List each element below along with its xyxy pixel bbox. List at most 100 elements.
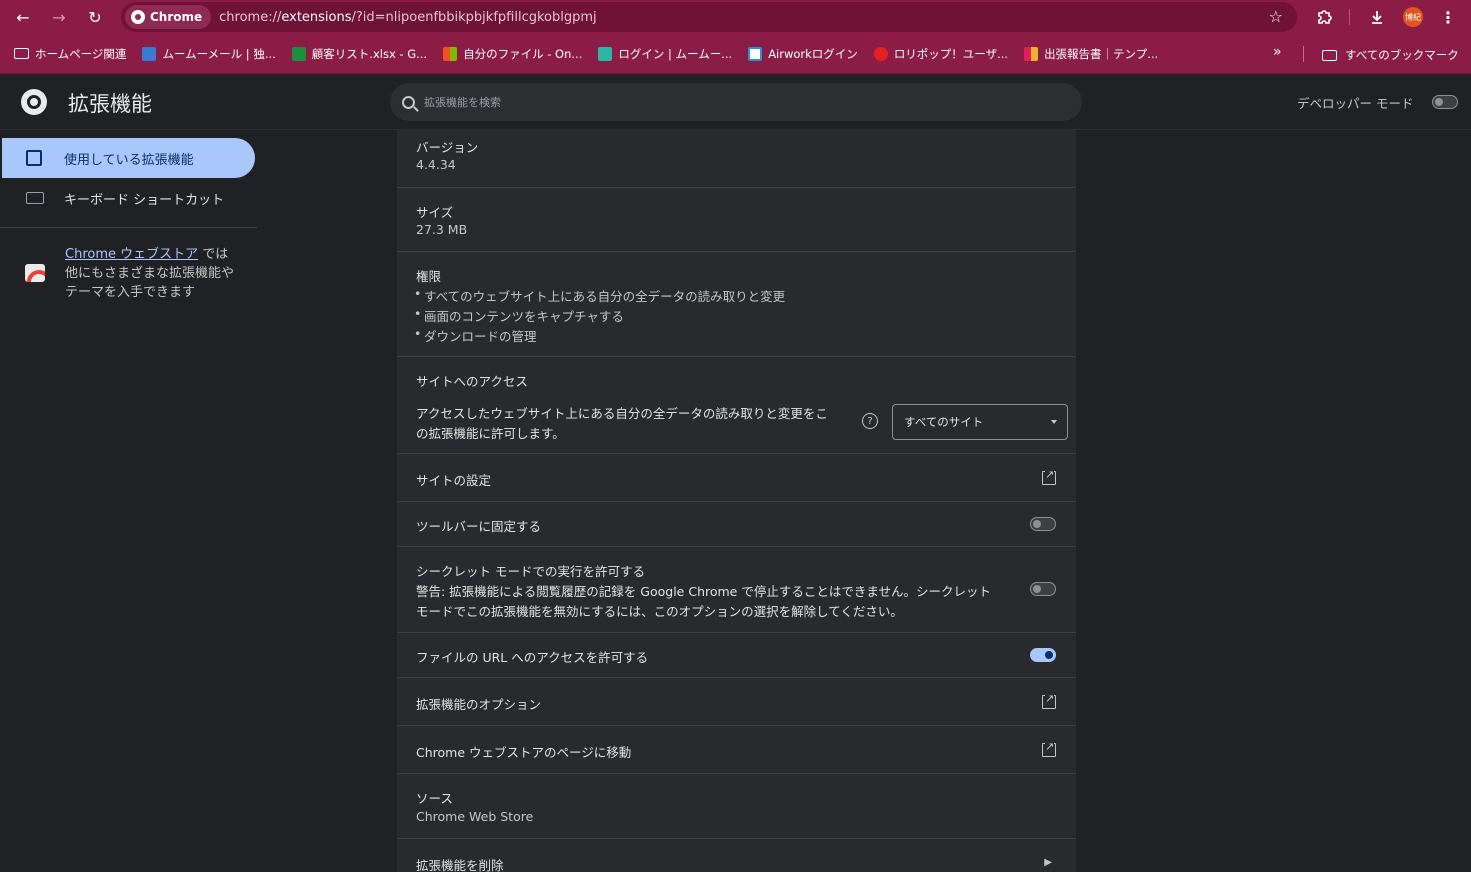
incognito-row: シークレット モードでの実行を許可する 警告: 拡張機能による閲覧履歴の記録を … [397, 547, 1076, 633]
site-settings-label: サイトの設定 [416, 473, 492, 488]
site-access-select[interactable]: すべてのサイト [892, 404, 1068, 440]
url-host: extensions [281, 9, 352, 25]
pin-toolbar-label: ツールバーに固定する [416, 519, 542, 534]
source-value: Chrome Web Store [416, 809, 534, 824]
extensions-header: 拡張機能 デベロッパー モード [0, 74, 1471, 130]
site-access-desc: の拡張機能に許可します。 [416, 426, 565, 441]
web-store-link[interactable]: Chrome ウェブストア [65, 247, 198, 262]
remove-row[interactable]: 拡張機能を削除 ▶ [397, 839, 1076, 872]
muumuu-icon [598, 46, 613, 61]
slack-icon [1024, 46, 1039, 61]
size-label: サイズ [416, 205, 454, 220]
site-chip[interactable]: Chrome [125, 5, 212, 29]
web-store-promo: Chrome ウェブストア では他にもさまざまな拡張機能やテーマを入手できます [65, 245, 240, 302]
search-icon [402, 95, 415, 109]
web-store-icon [25, 264, 45, 282]
file-url-toggle[interactable] [1030, 648, 1056, 662]
address-bar[interactable]: Chrome chrome://extensions/?id=nlipoenfb… [121, 2, 1297, 32]
pin-toolbar-row: ツールバーに固定する [397, 502, 1076, 547]
bookmark-item[interactable]: 顧客リスト.xlsx - G... [291, 46, 428, 62]
bookmark-item[interactable]: ロリポップ！ユーザ... [873, 46, 1009, 62]
sidebar-item-label: キーボード ショートカット [64, 192, 225, 208]
source-label: ソース [416, 791, 453, 806]
sidebar-divider [0, 227, 257, 228]
bookmark-label: ログイン | ムームー... [618, 46, 733, 61]
store-page-label: Chrome ウェブストアのページに移動 [416, 745, 632, 760]
open-in-new-icon[interactable] [1042, 740, 1056, 757]
help-icon[interactable]: ? [862, 413, 878, 429]
all-bookmarks-button[interactable]: すべてのブックマーク [1322, 47, 1459, 63]
mail-icon [142, 46, 157, 61]
chevron-down-icon [1051, 420, 1057, 424]
file-url-row: ファイルの URL へのアクセスを許可する [397, 633, 1076, 678]
extensions-puzzle-icon[interactable] [1312, 0, 1336, 34]
bookmarks-divider [1303, 46, 1304, 62]
store-page-row[interactable]: Chrome ウェブストアのページに移動 [397, 726, 1076, 774]
permission-item: すべてのウェブサイト上にある自分の全データの読み取りと変更 [414, 286, 785, 305]
back-arrow-icon[interactable]: ← [7, 1, 39, 33]
download-icon[interactable] [1365, 0, 1389, 34]
bookmark-item[interactable]: ムームーメール | 独... [142, 46, 276, 62]
permissions-row: 権限 すべてのウェブサイト上にある自分の全データの読み取りと変更 画面のコンテン… [397, 252, 1076, 357]
chevron-right-icon: ▶ [1044, 857, 1052, 868]
pin-toolbar-toggle[interactable] [1030, 517, 1056, 531]
incognito-toggle[interactable] [1030, 582, 1056, 596]
menu-kebab-icon[interactable]: ⋮ [1437, 0, 1459, 34]
chrome-logo-icon [131, 10, 145, 24]
bookmark-item[interactable]: 出張報告書｜テンプ... [1024, 46, 1158, 62]
site-access-label: サイトへのアクセス [416, 374, 528, 389]
file-url-label: ファイルの URL へのアクセスを許可する [416, 650, 649, 665]
bookmark-item[interactable]: ホームページ関連 [14, 46, 126, 62]
bookmark-label: ホームページ関連 [35, 46, 127, 61]
bookmark-label: ロリポップ！ユーザ... [893, 46, 1009, 61]
url-text[interactable]: chrome://extensions/?id=nlipoenfbbikpbjk… [219, 10, 596, 25]
folder-icon [1322, 49, 1337, 61]
reload-icon[interactable]: ↻ [79, 1, 111, 33]
options-row[interactable]: 拡張機能のオプション [397, 678, 1076, 726]
chrome-logo-icon [21, 89, 47, 115]
permission-item: 画面のコンテンツをキャプチャする [414, 306, 624, 325]
options-label: 拡張機能のオプション [416, 697, 542, 712]
bookmark-label: 顧客リスト.xlsx - G... [311, 46, 428, 61]
forward-arrow-icon[interactable]: → [43, 1, 75, 33]
sheets-icon [291, 46, 306, 61]
bookmark-item[interactable]: ログイン | ムームー... [598, 46, 732, 62]
bookmark-item[interactable]: Airworkログイン [748, 46, 858, 62]
extension-details-card: バージョン 4.4.34 サイズ 27.3 MB 権限 すべてのウェブサイト上に… [397, 130, 1076, 872]
version-row: バージョン 4.4.34 [397, 130, 1076, 188]
open-in-new-icon[interactable] [1042, 468, 1056, 485]
site-settings-row[interactable]: サイトの設定 [397, 454, 1076, 502]
incognito-warning: 警告: 拡張機能による閲覧履歴の記録を Google Chrome で停止するこ… [416, 584, 991, 599]
incognito-label: シークレット モードでの実行を許可する [416, 564, 645, 579]
site-access-desc: アクセスしたウェブサイト上にある自分の全データの読み取りと変更をこ [416, 406, 828, 421]
search-input[interactable] [424, 95, 1024, 109]
site-access-select-value: すべてのサイト [904, 415, 984, 429]
developer-mode-toggle[interactable] [1432, 95, 1458, 109]
folder-icon [14, 48, 29, 59]
bookmarks-bar: ホームページ関連 ムームーメール | 独... 顧客リスト.xlsx - G..… [0, 34, 1471, 74]
url-scheme: chrome:// [219, 9, 282, 25]
more-bookmarks-chevron-icon[interactable]: » [1273, 44, 1282, 60]
sidebar-item-keyboard-shortcuts[interactable]: キーボード ショートカット [2, 178, 255, 218]
version-value: 4.4.34 [416, 157, 456, 172]
open-in-new-icon[interactable] [1042, 692, 1056, 709]
all-bookmarks-label: すべてのブックマーク [1345, 48, 1459, 62]
airwork-icon [748, 46, 763, 61]
search-box[interactable] [390, 83, 1082, 121]
sidebar-item-my-extensions[interactable]: 使用している拡張機能 [2, 138, 255, 178]
size-row: サイズ 27.3 MB [397, 188, 1076, 252]
bookmark-star-icon[interactable]: ☆ [1269, 7, 1283, 26]
permission-item: ダウンロードの管理 [414, 326, 536, 345]
size-value: 27.3 MB [416, 222, 468, 237]
permissions-label: 権限 [416, 269, 442, 284]
developer-mode-label: デベロッパー モード [1297, 96, 1414, 111]
chip-label: Chrome [150, 10, 203, 24]
avatar-text: 博紀 [1403, 7, 1423, 27]
version-label: バージョン [416, 140, 479, 155]
bookmark-item[interactable]: 自分のファイル - On... [443, 46, 582, 62]
sidebar-item-label: 使用している拡張機能 [64, 152, 194, 168]
lolipop-icon [873, 46, 888, 61]
microsoft-icon [443, 46, 458, 61]
bookmark-label: 自分のファイル - On... [463, 46, 583, 61]
profile-avatar[interactable]: 博紀 [1402, 0, 1424, 34]
